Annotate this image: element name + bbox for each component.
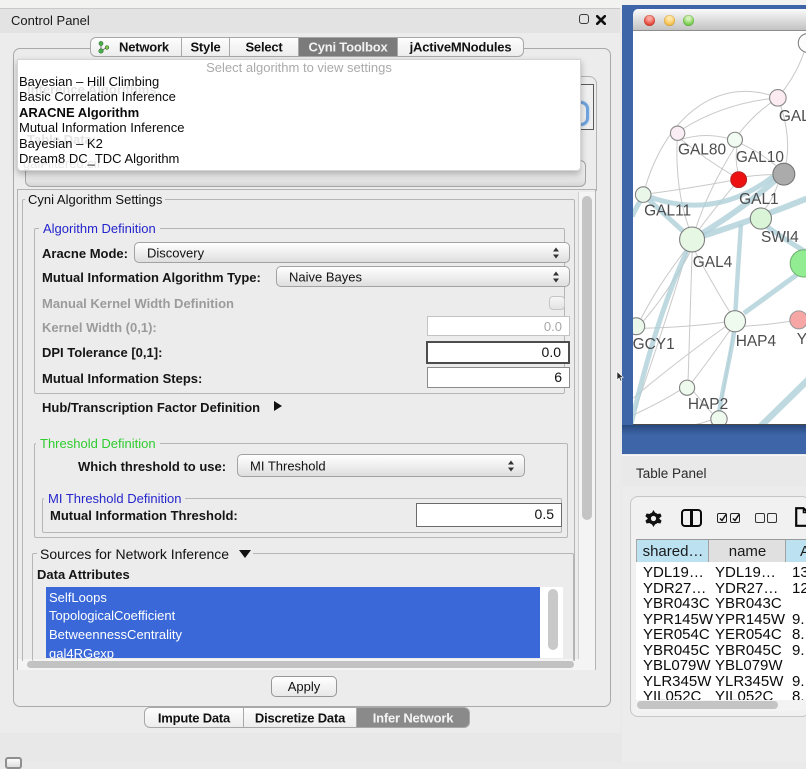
- svg-text:SWI4: SWI4: [761, 229, 799, 246]
- svg-text:GAL80: GAL80: [678, 142, 726, 159]
- svg-text:GAL11: GAL11: [644, 203, 691, 220]
- svg-text:GAL4: GAL4: [693, 254, 733, 271]
- svg-text:GAL10: GAL10: [736, 149, 784, 166]
- svg-text:GAL1: GAL1: [739, 191, 779, 208]
- svg-text:GCY1: GCY1: [633, 336, 675, 353]
- svg-text:YER0: YER0: [797, 331, 806, 348]
- svg-text:HAP4: HAP4: [736, 333, 777, 350]
- svg-text:HAP2: HAP2: [688, 396, 728, 413]
- svg-text:GAL7: GAL7: [779, 108, 806, 125]
